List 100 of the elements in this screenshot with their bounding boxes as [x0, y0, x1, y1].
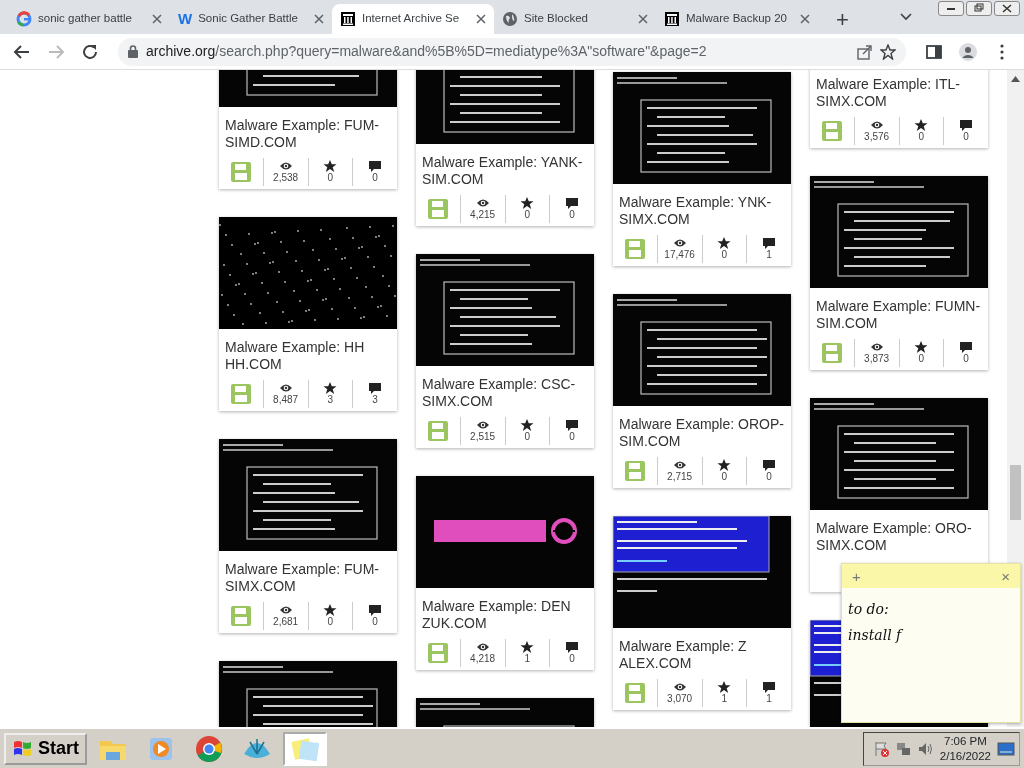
comment-icon	[368, 604, 383, 616]
close-icon[interactable]	[476, 14, 486, 24]
item-card[interactable]: Malware Example: OROP-SIM.COM 2,715 0 0	[613, 294, 791, 488]
site-favicon	[664, 11, 680, 27]
stat-count: 2,538	[273, 172, 299, 184]
stat-count: 0	[372, 616, 378, 628]
eye-icon	[475, 419, 490, 431]
item-card[interactable]: Malware Example: DEN ZUK.COM 4,218 1 0	[416, 476, 594, 670]
site-favicon	[340, 11, 356, 27]
url-text: archive.org/search.php?query=malware&and%5B%5D=mediatype%3A"software"&page=2	[146, 42, 707, 61]
star-icon	[323, 604, 338, 616]
network-icon[interactable]	[895, 740, 912, 757]
stat-count: 1	[524, 653, 531, 665]
add-note-button[interactable]: +	[852, 568, 861, 584]
star-icon	[717, 681, 732, 693]
item-title[interactable]: Malware Example: DEN ZUK.COM	[416, 588, 594, 638]
eye-icon	[278, 382, 293, 394]
profile-icon[interactable]	[959, 42, 977, 61]
item-title[interactable]: Malware Example: FUMN-SIM.COM	[810, 288, 988, 338]
stat-count: 17,476	[664, 249, 695, 261]
share-icon[interactable]	[856, 43, 872, 60]
close-button[interactable]: ×	[1001, 568, 1010, 584]
browser-tab[interactable]: Internet Archive Se	[332, 4, 494, 34]
item-title[interactable]: Malware Example: FUM-SIMX.COM	[219, 551, 397, 601]
site-favicon: W	[178, 8, 193, 29]
browser-tab[interactable]: Malware Backup 20	[656, 4, 818, 34]
close-icon[interactable]	[638, 14, 648, 24]
item-title[interactable]: Malware Example: CSC-SIMX.COM	[416, 366, 594, 416]
item-card[interactable]: Malware Example: Z ALEX.COM 3,070 1 1	[613, 516, 791, 710]
eye-icon	[278, 604, 293, 616]
star-icon	[520, 641, 535, 653]
tab-title: sonic gather battle	[38, 11, 133, 27]
item-card[interactable]: Malware Example: ITL-SIMX.COM 3,576 0 0	[810, 70, 988, 148]
new-tab-button[interactable]: +	[830, 8, 855, 32]
item-card[interactable]: Malware Example: HH HH.COM 8,487 3 3	[219, 217, 397, 411]
eye-icon	[869, 341, 884, 353]
stat-count: 2,515	[470, 431, 496, 443]
scrollbar-thumb[interactable]	[1010, 465, 1021, 520]
item-title[interactable]: Malware Example: ITL-SIMX.COM	[810, 70, 988, 116]
side-panel-icon[interactable]	[925, 42, 943, 61]
stat-count: 3,070	[667, 693, 693, 705]
item-card[interactable]: Malware Example: YNK-SIMX.COM 17,476 0 1	[613, 72, 791, 266]
comment-icon	[565, 641, 580, 653]
stat-count: 4,215	[470, 209, 496, 221]
eye-icon	[475, 197, 490, 209]
close-button[interactable]	[994, 1, 1020, 16]
star-icon	[520, 197, 535, 209]
item-card[interactable]: Malware Example: YANK-SIM.COM 4,215 0 0	[416, 70, 594, 226]
star-icon	[914, 119, 929, 131]
item-title[interactable]: Malware Example: YANK-SIM.COM	[416, 144, 594, 194]
eye-icon	[672, 237, 687, 249]
item-title[interactable]: Malware Example: HH HH.COM	[219, 329, 397, 379]
scroll-up-icon[interactable]	[1011, 76, 1020, 82]
browser-tab[interactable]: W Sonic Gather Battle	[170, 4, 332, 34]
stat-count: 3,873	[864, 353, 890, 365]
item-title[interactable]: Malware Example: ORO-SIMX.COM	[810, 510, 988, 560]
stat-count: 3	[327, 394, 334, 406]
item-title[interactable]: Malware Example: FUM-SIMD.COM	[219, 107, 397, 157]
stat-count: 0	[766, 471, 772, 483]
item-card[interactable]: Malware Example: CSC-SIMX.COM 2,515 0 0	[416, 254, 594, 448]
star-icon	[323, 160, 338, 172]
close-icon[interactable]	[152, 14, 162, 24]
item-title[interactable]: Malware Example: Z ALEX.COM	[613, 628, 791, 678]
tab-title: Internet Archive Se	[362, 11, 461, 27]
stat-count: 0	[327, 616, 334, 628]
stat-count: 0	[963, 131, 969, 143]
close-icon	[1000, 3, 1014, 14]
note-text[interactable]: to do:	[848, 596, 1014, 622]
star-icon	[717, 459, 732, 471]
item-title[interactable]: Malware Example: YNK-SIMX.COM	[613, 184, 791, 234]
close-icon[interactable]	[800, 14, 810, 24]
windows-logo-icon	[12, 738, 34, 759]
note-text[interactable]: install f	[848, 622, 1014, 648]
restore-button[interactable]	[966, 1, 992, 16]
back-icon[interactable]	[13, 42, 31, 61]
stat-count: 0	[569, 431, 575, 443]
reload-icon[interactable]	[81, 42, 99, 61]
start-button[interactable]: Start	[4, 732, 87, 765]
item-card[interactable]: Malware Example: FUMN-SIM.COM 3,873 0 0	[810, 176, 988, 370]
show-desktop-icon[interactable]	[997, 741, 1015, 756]
star-icon[interactable]	[880, 43, 896, 60]
clock-date: 2/16/2022	[939, 748, 991, 764]
stat-count: 0	[918, 353, 925, 365]
item-card[interactable]: Malware Example: FUM-SIMD.COM 2,538 0 0	[219, 70, 397, 189]
comment-icon	[565, 419, 580, 431]
chevron-down-icon[interactable]	[900, 13, 912, 21]
comment-icon	[762, 459, 777, 471]
item-card[interactable]: Malware Example: FUM-SIMX.COM 2,681 0 0	[219, 439, 397, 633]
close-icon[interactable]	[314, 14, 324, 24]
star-icon	[323, 382, 338, 394]
eye-icon	[475, 641, 490, 653]
browser-tab[interactable]: sonic gather battle	[8, 4, 170, 34]
flag-icon[interactable]	[873, 740, 890, 757]
minimize-button[interactable]	[938, 1, 964, 16]
minimize-icon	[947, 7, 955, 10]
address-bar[interactable]: archive.org/search.php?query=malware&and%5B%5D=mediatype%3A"software"&page=2	[118, 37, 906, 66]
item-title[interactable]: Malware Example: OROP-SIM.COM	[613, 406, 791, 456]
stat-count: 3	[372, 394, 378, 406]
browser-tab[interactable]: Site Blocked	[494, 4, 656, 34]
comment-icon	[762, 237, 777, 249]
